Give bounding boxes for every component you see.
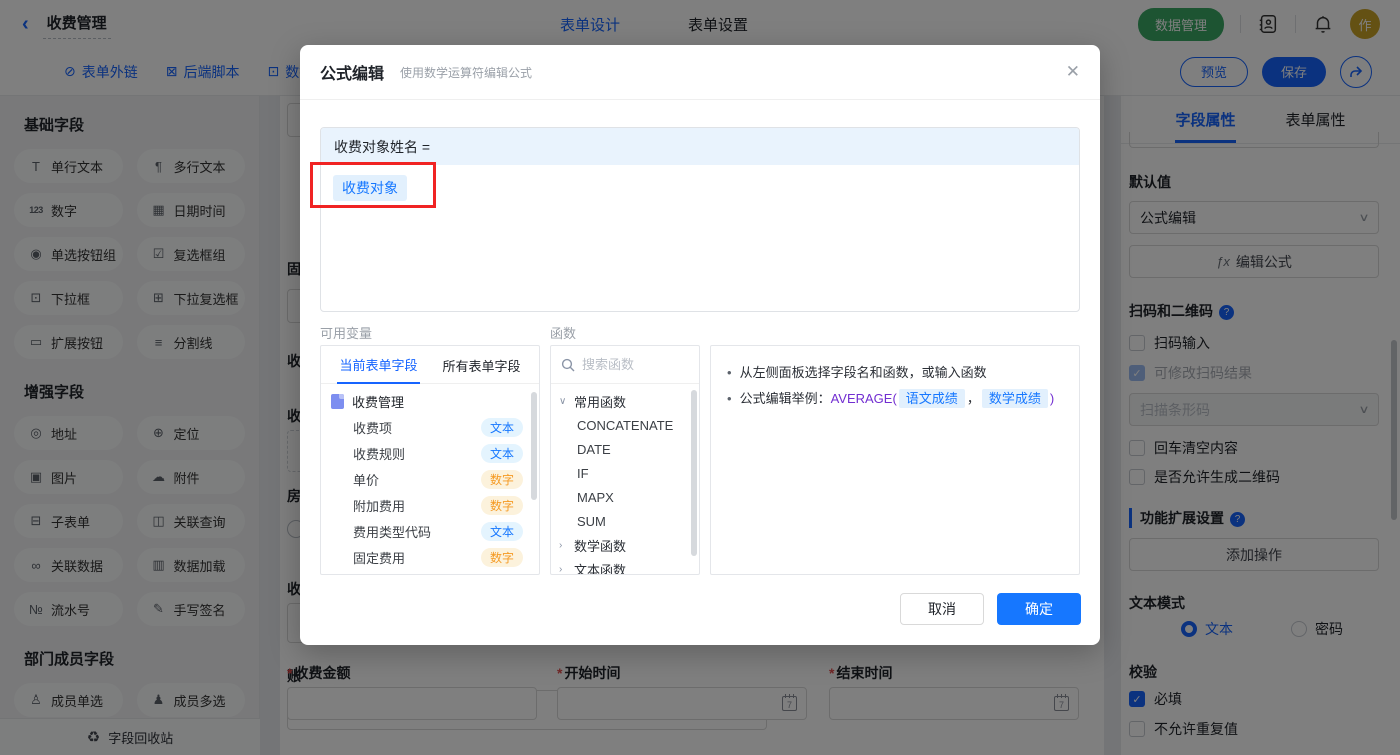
- function-search-input[interactable]: [582, 357, 682, 372]
- bullet: •: [727, 365, 732, 380]
- formula-editor-box[interactable]: 收费对象姓名 = 收费对象: [320, 127, 1080, 312]
- type-badge: 数字: [480, 469, 523, 489]
- type-badge: 数字: [480, 547, 523, 567]
- chevron-right-icon: ›: [559, 539, 563, 551]
- tips-panel: • 从左侧面板选择字段名和函数，或输入函数 • 公式编辑举例：AVERAGE(语文成…: [710, 345, 1080, 575]
- search-icon: [561, 358, 575, 371]
- type-badge: 文本: [480, 417, 523, 437]
- confirm-button[interactable]: 确定: [997, 593, 1081, 625]
- variable-row[interactable]: 费用类型代码 文本: [321, 518, 539, 544]
- function-close: ): [1049, 391, 1055, 406]
- tip-line-2: • 公式编辑举例：AVERAGE(语文成绩，数学成绩): [727, 389, 1055, 408]
- variable-row[interactable]: 收费项 文本: [321, 414, 539, 440]
- function-group-math[interactable]: › 数学函数: [551, 533, 699, 557]
- dialog-title: 公式编辑: [320, 66, 385, 83]
- variable-row[interactable]: 附加费用 数字: [321, 492, 539, 518]
- function-group-common[interactable]: ∨ 常用函数: [551, 389, 699, 413]
- type-badge: 文本: [480, 443, 523, 463]
- variable-row[interactable]: 固定费用 数字: [321, 544, 539, 570]
- form-doc-icon: [331, 394, 344, 409]
- function-item[interactable]: MAPX: [551, 485, 699, 509]
- close-icon[interactable]: ✕: [1066, 62, 1080, 82]
- formula-editor-dialog: 公式编辑 使用数学运算符编辑公式 ✕ 收费对象姓名 = 收费对象 可用变量 函数…: [300, 45, 1100, 645]
- tab-all-form-fields[interactable]: 所有表单字段: [440, 347, 522, 383]
- scrollbar-thumb[interactable]: [531, 392, 537, 500]
- type-badge: 文本: [480, 521, 523, 541]
- scrollbar-thumb[interactable]: [691, 390, 697, 556]
- variable-row[interactable]: 收费规则 文本: [321, 440, 539, 466]
- example-field-chip: 数学成绩: [981, 389, 1048, 408]
- function-item[interactable]: SUM: [551, 509, 699, 533]
- dialog-subtitle: 使用数学运算符编辑公式: [400, 65, 533, 80]
- function-item[interactable]: DATE: [551, 437, 699, 461]
- cancel-button[interactable]: 取消: [900, 593, 984, 625]
- variables-tree-root[interactable]: 收费管理: [321, 384, 539, 414]
- formula-target: 收费对象姓名 =: [321, 128, 1079, 165]
- formula-field-chip[interactable]: 收费对象: [333, 175, 407, 201]
- function-group-text[interactable]: › 文本函数: [551, 557, 699, 575]
- functions-label: 函数: [550, 326, 577, 341]
- variables-label: 可用变量: [320, 326, 373, 341]
- chevron-down-icon: ∨: [559, 395, 567, 407]
- variable-row[interactable]: 单价 数字: [321, 466, 539, 492]
- type-badge: 数字: [480, 495, 523, 515]
- function-name: AVERAGE(: [830, 391, 897, 406]
- example-field-chip: 语文成绩: [898, 389, 965, 408]
- variables-panel: 当前表单字段 所有表单字段 收费管理 收费项 文本 收费规则 文本 单价 数字 附加费…: [320, 345, 540, 575]
- chevron-right-icon: ›: [559, 563, 563, 575]
- function-item[interactable]: CONCATENATE: [551, 413, 699, 437]
- bullet: •: [727, 391, 732, 406]
- function-item[interactable]: IF: [551, 461, 699, 485]
- functions-panel: ∨常用函数 CONCATENATE DATE IF MAPX SUM ›数学函数…: [550, 345, 700, 575]
- tab-current-form-fields[interactable]: 当前表单字段: [337, 346, 420, 384]
- tip-line-1: • 从左侧面板选择字段名和函数，或输入函数: [727, 365, 987, 380]
